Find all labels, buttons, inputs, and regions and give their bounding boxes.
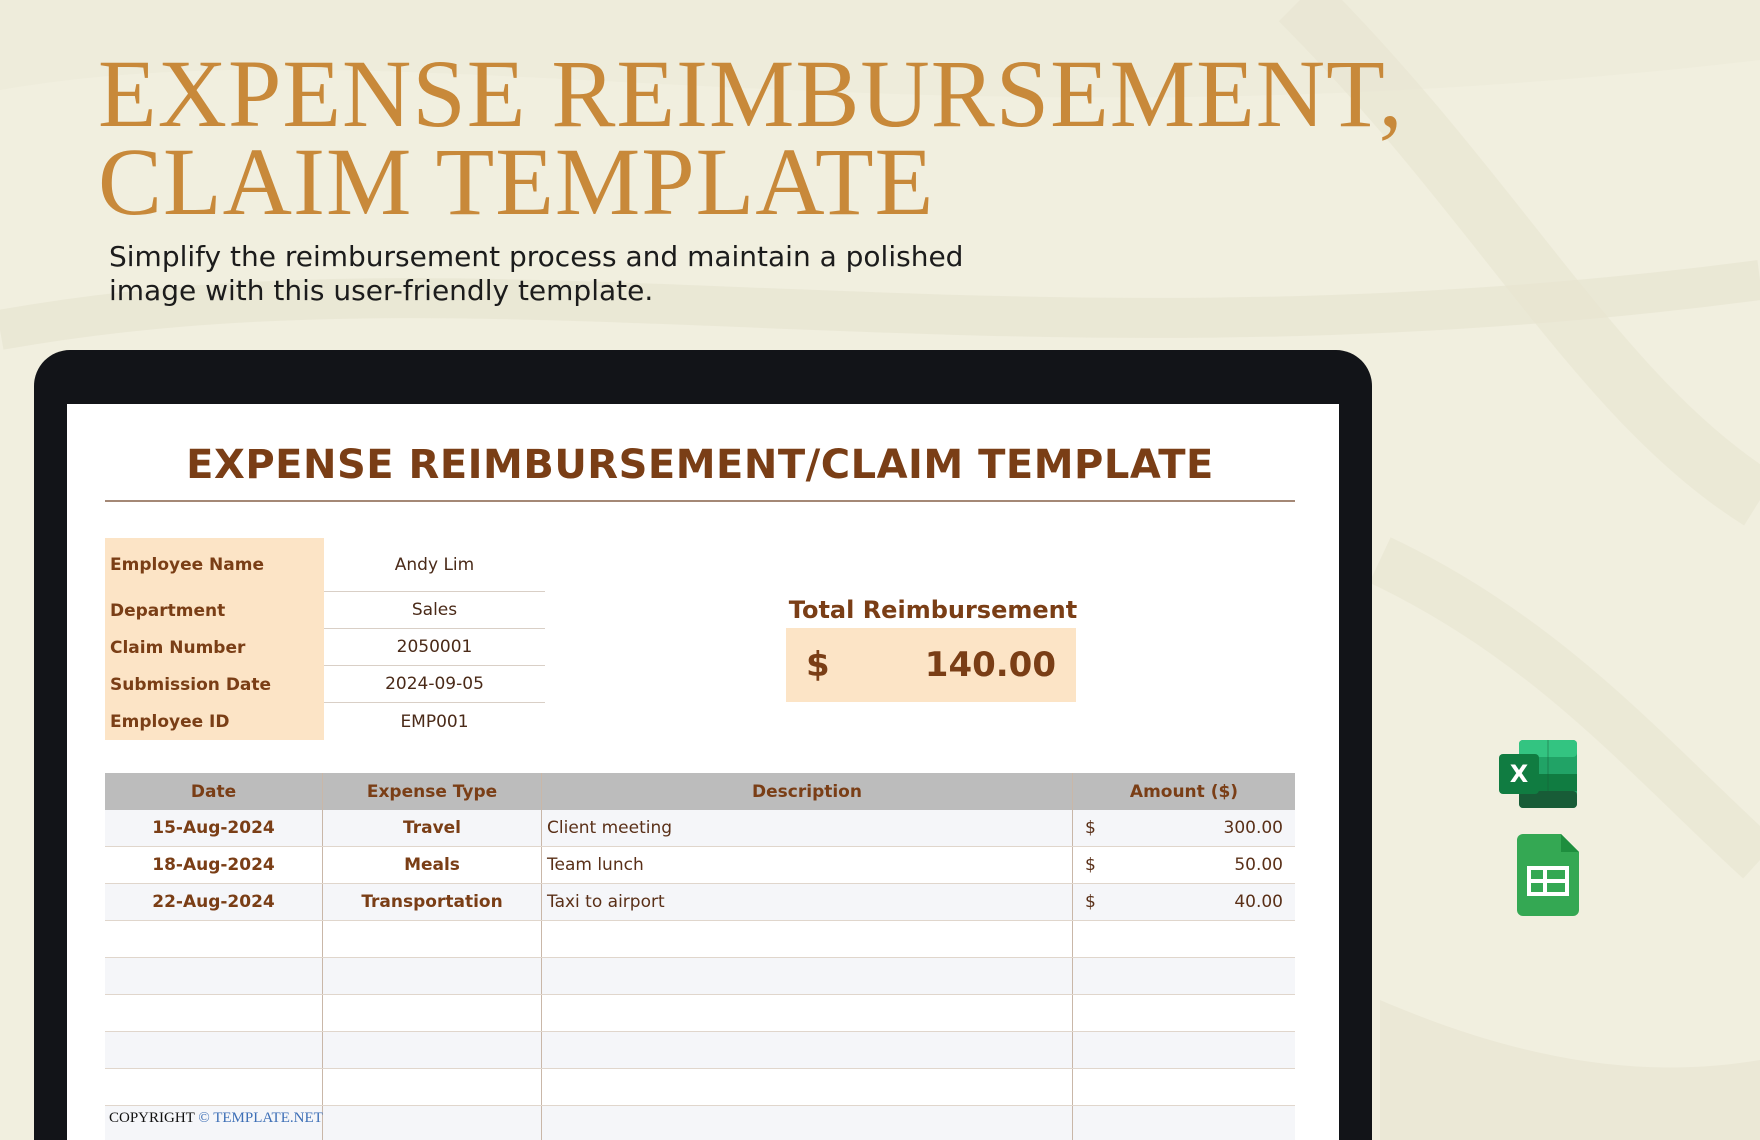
cell-date[interactable]: 15-Aug-2024 xyxy=(105,810,323,846)
cell-description[interactable]: Team lunch xyxy=(542,847,1073,883)
copyright-notice: COPYRIGHT © TEMPLATE.NET xyxy=(109,1110,323,1127)
table-row-empty xyxy=(105,958,1295,995)
info-label: Claim Number xyxy=(105,629,324,666)
table-row-empty xyxy=(105,1032,1295,1069)
cell-empty[interactable] xyxy=(105,995,323,1031)
hero-title: EXPENSE REIMBURSEMENT, CLAIM TEMPLATE xyxy=(98,40,1404,235)
expense-table: Date Expense Type Description Amount ($)… xyxy=(105,773,1295,1140)
info-label: Submission Date xyxy=(105,666,324,703)
total-currency: $ xyxy=(806,645,830,685)
cell-empty[interactable] xyxy=(323,1032,542,1068)
cell-empty[interactable] xyxy=(105,921,323,957)
info-label: Department xyxy=(105,592,324,629)
cell-empty[interactable] xyxy=(1073,995,1295,1031)
copyright-brand-link[interactable]: © TEMPLATE.NET xyxy=(198,1110,322,1126)
cell-empty[interactable] xyxy=(542,1106,1073,1140)
total-reimbursement-box: $ 140.00 xyxy=(786,628,1076,702)
spreadsheet-screen: EXPENSE REIMBURSEMENT/CLAIM TEMPLATE Emp… xyxy=(67,404,1339,1140)
cell-empty[interactable] xyxy=(542,1069,1073,1105)
cell-empty[interactable] xyxy=(1073,1069,1295,1105)
sheet-title: EXPENSE REIMBURSEMENT/CLAIM TEMPLATE xyxy=(186,442,1214,488)
table-row-empty xyxy=(105,921,1295,958)
expense-table-header: Date Expense Type Description Amount ($) xyxy=(105,773,1295,810)
cell-amount-value: 50.00 xyxy=(1234,855,1283,875)
excel-icon[interactable]: X xyxy=(1499,740,1577,808)
google-sheets-icon[interactable] xyxy=(1517,834,1579,916)
info-value-claim-number[interactable]: 2050001 xyxy=(324,629,545,666)
cell-empty[interactable] xyxy=(542,1032,1073,1068)
cell-empty[interactable] xyxy=(542,995,1073,1031)
title-divider xyxy=(105,500,1295,502)
info-row-department: Department Sales xyxy=(105,592,545,629)
total-amount: 140.00 xyxy=(924,645,1056,685)
cell-empty[interactable] xyxy=(105,958,323,994)
table-row-empty xyxy=(105,995,1295,1032)
cell-empty[interactable] xyxy=(105,1032,323,1068)
cell-empty[interactable] xyxy=(323,995,542,1031)
info-label: Employee ID xyxy=(105,703,324,740)
cell-empty[interactable] xyxy=(105,1069,323,1105)
cell-empty[interactable] xyxy=(542,921,1073,957)
cell-description[interactable]: Client meeting xyxy=(542,810,1073,846)
info-label: Employee Name xyxy=(105,538,324,592)
column-header-date[interactable]: Date xyxy=(105,773,323,810)
info-row-employee-id: Employee ID EMP001 xyxy=(105,703,545,740)
hero-subtitle: Simplify the reimbursement process and m… xyxy=(109,240,964,307)
column-header-description[interactable]: Description xyxy=(542,773,1073,810)
cell-date[interactable]: 22-Aug-2024 xyxy=(105,884,323,920)
cell-empty[interactable] xyxy=(323,921,542,957)
excel-icon-letter: X xyxy=(1510,760,1529,788)
cell-empty[interactable] xyxy=(323,958,542,994)
cell-empty[interactable] xyxy=(542,958,1073,994)
table-row: 22-Aug-2024 Transportation Taxi to airpo… xyxy=(105,884,1295,921)
cell-expense-type[interactable]: Meals xyxy=(323,847,542,883)
cell-date[interactable]: 18-Aug-2024 xyxy=(105,847,323,883)
cell-empty[interactable] xyxy=(1073,1106,1295,1140)
cell-empty[interactable] xyxy=(323,1106,542,1140)
column-header-amount[interactable]: Amount ($) xyxy=(1073,773,1295,810)
cell-amount-value: 40.00 xyxy=(1234,892,1283,912)
cell-currency: $ xyxy=(1085,892,1096,912)
cell-amount[interactable]: $ 300.00 xyxy=(1073,810,1295,846)
info-row-claim-number: Claim Number 2050001 xyxy=(105,629,545,666)
column-header-expense-type[interactable]: Expense Type xyxy=(323,773,542,810)
cell-description[interactable]: Taxi to airport xyxy=(542,884,1073,920)
copyright-prefix: COPYRIGHT xyxy=(109,1110,195,1126)
info-row-employee-name: Employee Name Andy Lim xyxy=(105,538,545,592)
cell-empty[interactable] xyxy=(1073,1032,1295,1068)
cell-currency: $ xyxy=(1085,818,1096,838)
table-row-empty xyxy=(105,1069,1295,1106)
total-reimbursement-label: Total Reimbursement xyxy=(788,596,1078,624)
info-row-submission-date: Submission Date 2024-09-05 xyxy=(105,666,545,703)
cell-expense-type[interactable]: Transportation xyxy=(323,884,542,920)
cell-currency: $ xyxy=(1085,855,1096,875)
cell-empty[interactable] xyxy=(1073,958,1295,994)
hero-title-line-2: CLAIM TEMPLATE xyxy=(98,128,935,235)
info-value-employee-id[interactable]: EMP001 xyxy=(324,703,545,740)
cell-expense-type[interactable]: Travel xyxy=(323,810,542,846)
cell-amount[interactable]: $ 50.00 xyxy=(1073,847,1295,883)
hero-title-line-1: EXPENSE REIMBURSEMENT, xyxy=(98,40,1404,147)
info-value-department[interactable]: Sales xyxy=(324,592,545,629)
cell-amount-value: 300.00 xyxy=(1223,818,1283,838)
info-value-employee-name[interactable]: Andy Lim xyxy=(324,538,545,592)
info-value-submission-date[interactable]: 2024-09-05 xyxy=(324,666,545,703)
cell-empty[interactable] xyxy=(1073,921,1295,957)
expense-table-body: 15-Aug-2024 Travel Client meeting $ 300.… xyxy=(105,810,1295,1140)
cell-empty[interactable] xyxy=(323,1069,542,1105)
table-row: 15-Aug-2024 Travel Client meeting $ 300.… xyxy=(105,810,1295,847)
table-row: 18-Aug-2024 Meals Team lunch $ 50.00 xyxy=(105,847,1295,884)
cell-amount[interactable]: $ 40.00 xyxy=(1073,884,1295,920)
